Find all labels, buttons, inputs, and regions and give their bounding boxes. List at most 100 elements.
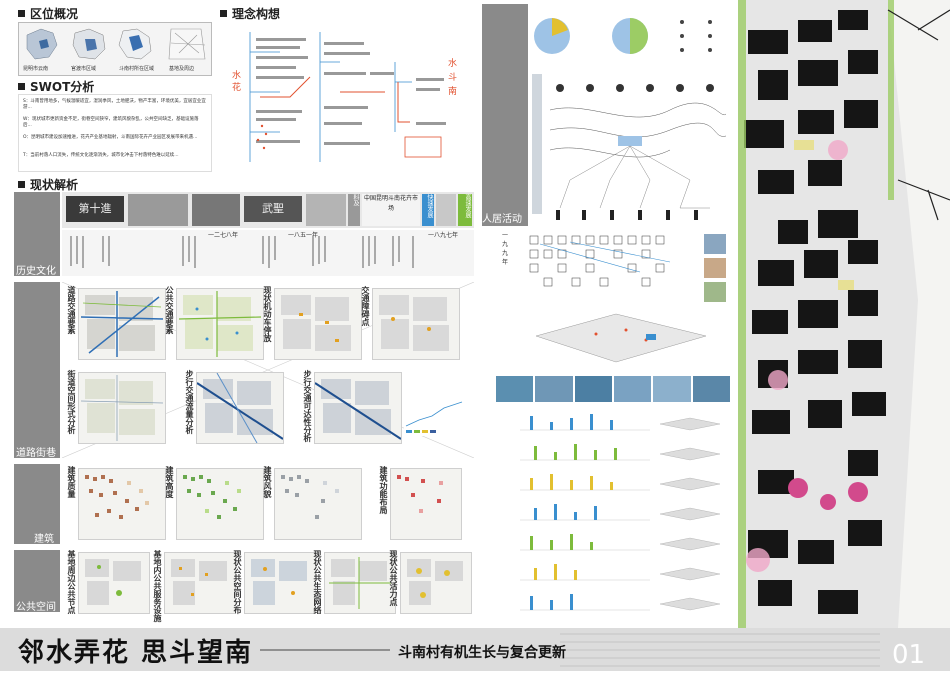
photo-strip-6 xyxy=(692,376,730,402)
road-map-1-title: 道路交通要素 xyxy=(67,286,76,334)
road-map-1[interactable] xyxy=(78,288,166,360)
road-map-7[interactable] xyxy=(314,372,402,444)
concept-title-text: 理念构想 xyxy=(232,7,281,21)
photo-strip-2 xyxy=(535,376,573,402)
bldg-map-4[interactable] xyxy=(390,468,462,540)
bullet-icon xyxy=(18,83,25,90)
history-timeline: 一二七八年 一八五一年 一八九七年 一九九年 xyxy=(62,230,508,276)
road-map-3[interactable] xyxy=(274,288,362,360)
public-map-5[interactable] xyxy=(400,552,472,614)
location-label-1: 昆明市云南 xyxy=(23,66,49,72)
tag-3: 高速发展 xyxy=(458,194,472,226)
timeline-text-blocks xyxy=(70,236,414,268)
swot-title-text: SWOT分析 xyxy=(30,80,95,94)
site-render xyxy=(738,0,950,628)
concept-target-3: 南 xyxy=(448,87,458,97)
concept-flow xyxy=(249,32,446,162)
bullet-icon xyxy=(18,10,25,17)
bldg-map-1-title: 建筑质量 xyxy=(67,466,76,498)
road-map-2-title: 公共交通要素 xyxy=(165,286,174,334)
public-map-5-title: 现状公共活力点 xyxy=(389,550,398,606)
activity-photo-3 xyxy=(704,282,726,302)
buildings-side-label: 建筑 xyxy=(34,534,54,545)
plaque-3: 中国昆明斗南花卉市场 xyxy=(362,194,420,226)
road-map-7-title: 步行交通可达性分析 xyxy=(303,370,312,442)
photo-strip-5 xyxy=(653,376,691,402)
bldg-map-1[interactable] xyxy=(78,468,166,540)
concept-target-1: 水 xyxy=(448,59,458,69)
road-map-4-title: 交通障碍点 xyxy=(361,286,370,326)
footer-title-left: 邻水弄花 思斗望南 xyxy=(18,638,254,668)
photo-strip-4 xyxy=(613,376,652,402)
public-map-1-title: 基地周边公共节点 xyxy=(67,550,76,614)
status-title: 现状解析 xyxy=(18,176,78,193)
swot-line-s: S：斗南曾用地多，气候温暖适宜，湿润季风，土地肥沃，物产丰富，环境优美，宜居宜业… xyxy=(23,99,206,110)
bldg-map-2[interactable] xyxy=(176,468,264,540)
concept-title: 理念构想 xyxy=(220,5,280,22)
concept-target-2: 斗 xyxy=(448,73,458,83)
photo-strip xyxy=(496,376,730,402)
activity-photo-1 xyxy=(704,234,726,254)
year-2: 一八五一年 xyxy=(288,232,319,239)
bldg-map-4-title: 建筑功能布局 xyxy=(379,466,388,514)
road-map-4[interactable] xyxy=(372,288,460,360)
living-bar-left xyxy=(532,74,542,214)
public-map-4[interactable] xyxy=(324,552,396,614)
photo-market xyxy=(436,194,456,226)
swot-line-w: W：现状城市更新资金不足，街巷空间狭窄，建筑风貌杂乱，公共空间缺乏，基础设施落后… xyxy=(23,117,199,128)
public-map-1[interactable] xyxy=(78,552,150,614)
road-mini-chart xyxy=(404,386,464,436)
public-map-3-title: 现状公共空间分布 xyxy=(233,550,242,614)
concept-hub-flower: 花 xyxy=(232,83,242,93)
road-map-6-title: 步行交通流量分析 xyxy=(185,370,194,434)
public-map-3[interactable] xyxy=(244,552,316,614)
living-side-bar xyxy=(482,4,528,226)
photo-strip-3 xyxy=(574,376,612,402)
public-map-2-title: 基地内公共服务设施 xyxy=(153,550,162,622)
swot-panel: S：斗南曾用地多，气候温暖适宜，湿润季风，土地肥沃，物产丰富，环境优美，宜居宜业… xyxy=(18,94,212,172)
location-panel: 昆明市云南 官渡市区域 斗南村所在区域 基地及周边 xyxy=(18,22,212,76)
roads-side-label: 道路街巷 xyxy=(16,448,56,459)
concept-diagram: 水 花 水 斗 南 xyxy=(220,22,476,172)
history-strip: 第十進 武聖 料及 中国昆明斗南花卉市场 快速发展 高速发展 xyxy=(62,192,474,228)
swot-title: SWOT分析 xyxy=(18,78,94,95)
road-map-5-title: 街道空间形式分析 xyxy=(67,370,76,434)
axon-diagram xyxy=(496,306,730,374)
plaque-2: 武聖 xyxy=(244,196,302,222)
year-3: 一八九七年 xyxy=(428,232,459,239)
bldg-map-3[interactable] xyxy=(274,468,362,540)
location-title-text: 区位概况 xyxy=(30,7,79,21)
public-map-4-title: 现状公共生态网络 xyxy=(313,550,322,614)
location-label-4: 基地及周边 xyxy=(169,66,195,72)
road-map-3-title: 现状机动车停放 xyxy=(263,286,272,342)
plaque-1: 第十進 xyxy=(66,196,124,222)
living-pies xyxy=(530,6,730,66)
location-label-3: 斗南村所在区域 xyxy=(119,66,155,72)
year-1: 一二七八年 xyxy=(208,232,239,239)
bldg-map-2-title: 建筑高度 xyxy=(165,466,174,498)
activity-bar-charts xyxy=(500,408,730,614)
tag-1: 料及 xyxy=(348,194,360,226)
bldg-map-3-title: 建筑风貌 xyxy=(263,466,272,498)
activity-photo-2 xyxy=(704,258,726,278)
public-side-label: 公共空间 xyxy=(16,602,56,613)
living-network xyxy=(530,70,730,226)
page-number: 01 xyxy=(892,640,926,670)
road-map-5[interactable] xyxy=(78,372,166,444)
roads-side-bar xyxy=(14,282,60,458)
photo-strip-1 xyxy=(496,376,534,402)
status-title-text: 现状解析 xyxy=(30,178,79,192)
road-map-6[interactable] xyxy=(196,372,284,444)
swot-line-o: O：昆明城市建设加速推进，花卉产业基地辐射，斗南国际花卉产业园区发展带来机遇..… xyxy=(23,135,198,140)
activity-matrix xyxy=(490,232,690,302)
public-map-2[interactable] xyxy=(164,552,236,614)
road-map-2[interactable] xyxy=(176,288,264,360)
swot-line-t: T：当前村落人口流失，传统文化逐渐消失，城市化冲击下村落特色难以延续... xyxy=(23,153,179,158)
history-side-label: 历史文化 xyxy=(16,266,56,277)
tag-2: 快速发展 xyxy=(422,194,434,226)
bullet-icon xyxy=(18,181,25,188)
photo-field xyxy=(306,194,346,226)
photo-building xyxy=(128,194,188,226)
living-side-label: 人居活动 xyxy=(482,214,522,225)
footer-title-right: 斗南村有机生长与复合更新 xyxy=(398,645,566,661)
